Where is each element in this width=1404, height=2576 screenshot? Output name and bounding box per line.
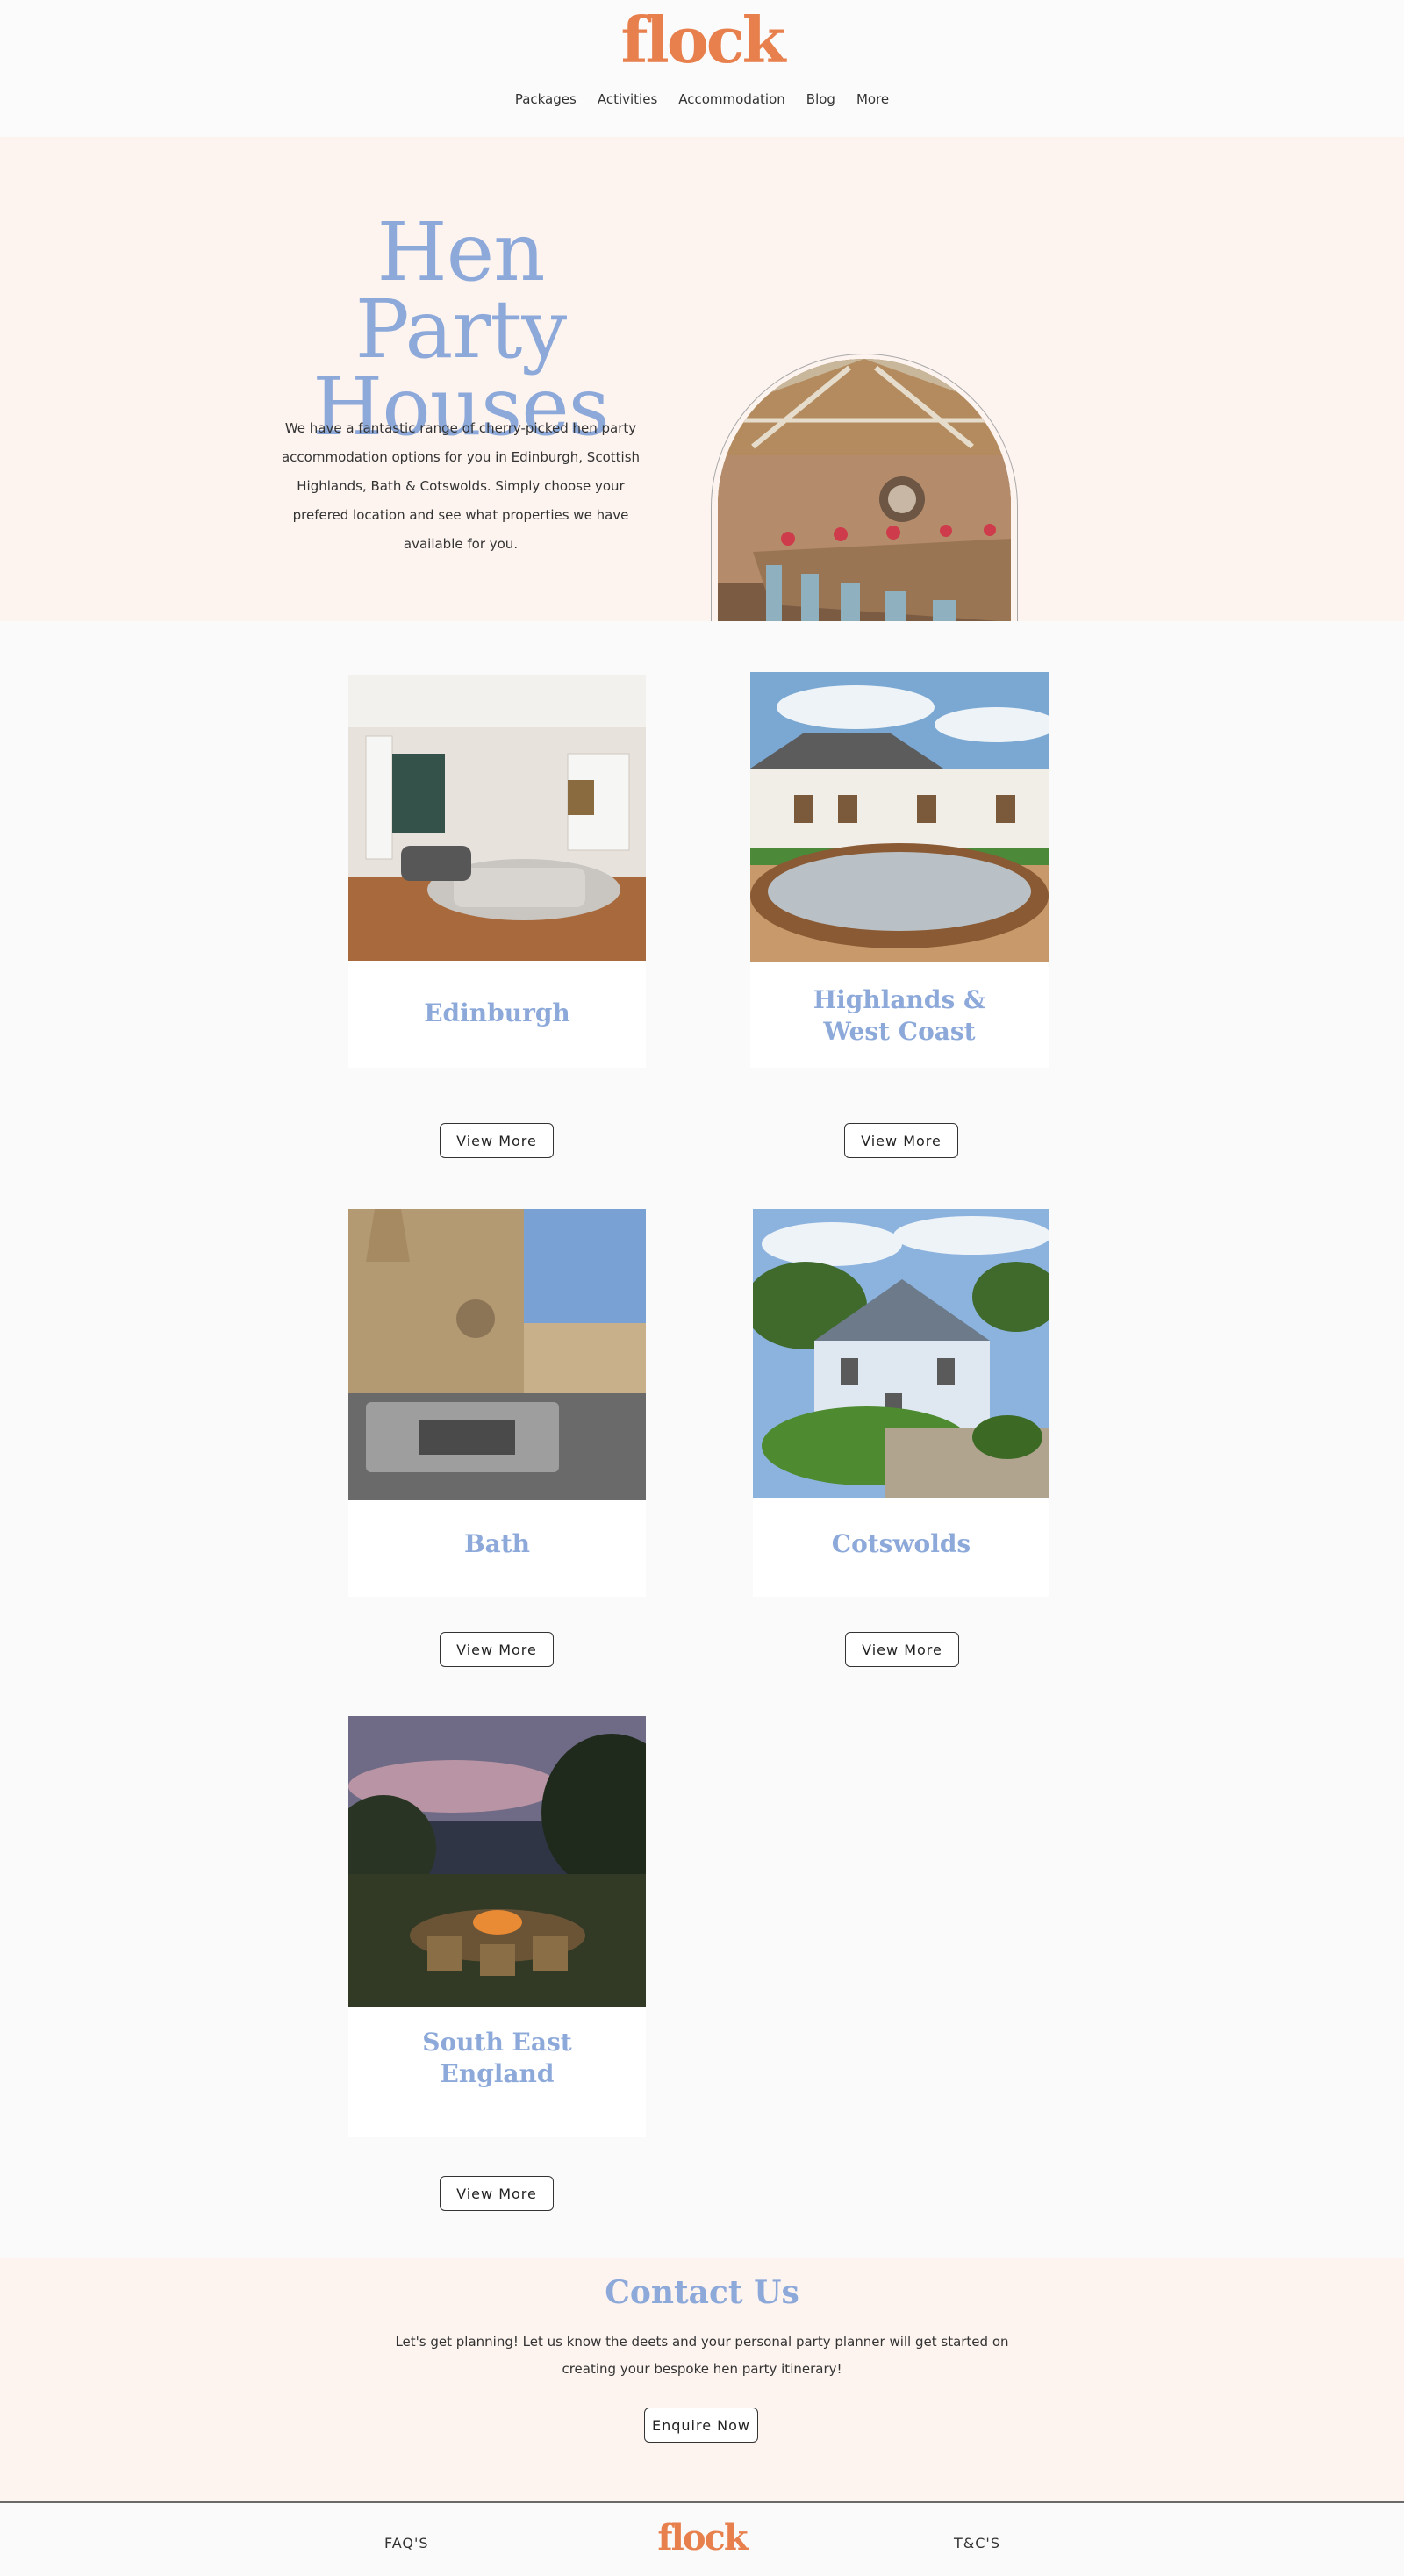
hero-description: We have a fantastic range of cherry-pick…	[281, 420, 641, 552]
contact-section: Contact Us Let's get planning! Let us kn…	[0, 2258, 1404, 2501]
destination-name-bath: Bath	[463, 1529, 531, 1558]
nav-item-accommodation[interactable]: Accommodation	[678, 91, 785, 107]
view-more-cotswolds-button[interactable]: View More	[845, 1632, 959, 1667]
site-header: flock Packages Activities Accommodation …	[0, 0, 1404, 137]
nav-item-activities[interactable]: Activities	[598, 91, 657, 107]
destination-name-south-east: South East England	[422, 2028, 572, 2088]
edinburgh-living-room-photo	[348, 675, 646, 961]
destination-name-edinburgh: Edinburgh	[424, 998, 570, 1027]
view-more-bath-button[interactable]: View More	[440, 1632, 554, 1667]
view-more-south-east-button[interactable]: View More	[440, 2176, 554, 2211]
destination-card-highlands[interactable]: Highlands & West Coast	[750, 672, 1049, 1068]
contact-title: Contact Us	[605, 2274, 799, 2311]
cotswolds-country-house-photo	[753, 1209, 1049, 1498]
hero-section: Hen Party Houses We have a fantastic ran…	[0, 137, 1404, 726]
terms-link[interactable]: T&C'S	[954, 2535, 1000, 2551]
footer-flock-logo[interactable]: flock	[0, 2521, 1404, 2556]
destination-card-south-east[interactable]: South East England	[348, 1716, 646, 2137]
page-title: Hen Party Houses	[263, 212, 658, 447]
page-title-line1: Hen Party	[355, 205, 568, 376]
destination-card-cotswolds[interactable]: Cotswolds	[753, 1209, 1049, 1597]
south-east-fire-pit-photo	[348, 1716, 646, 2007]
view-more-edinburgh-button[interactable]: View More	[440, 1123, 554, 1158]
main-nav: Packages Activities Accommodation Blog M…	[0, 91, 1404, 107]
destination-name-highlands: Highlands & West Coast	[813, 985, 986, 1046]
nav-item-packages[interactable]: Packages	[515, 91, 577, 107]
bath-rooftop-terrace-photo	[348, 1209, 646, 1500]
highlands-hot-tub-photo	[750, 672, 1049, 962]
destinations-section: Edinburgh View More Highlands & West Coa…	[0, 621, 1404, 2258]
contact-text: Let's get planning! Let us know the deet…	[395, 2334, 1009, 2377]
nav-item-more[interactable]: More	[856, 91, 889, 107]
destination-name-cotswolds: Cotswolds	[831, 1529, 971, 1558]
site-footer: FAQ'S flock T&C'S	[0, 2501, 1404, 2576]
destination-card-bath[interactable]: Bath	[348, 1209, 646, 1597]
nav-item-blog[interactable]: Blog	[806, 91, 835, 107]
destination-card-edinburgh[interactable]: Edinburgh	[348, 675, 646, 1068]
view-more-highlands-button[interactable]: View More	[844, 1123, 958, 1158]
flock-logo[interactable]: flock	[0, 9, 1404, 72]
enquire-now-button[interactable]: Enquire Now	[644, 2408, 758, 2443]
